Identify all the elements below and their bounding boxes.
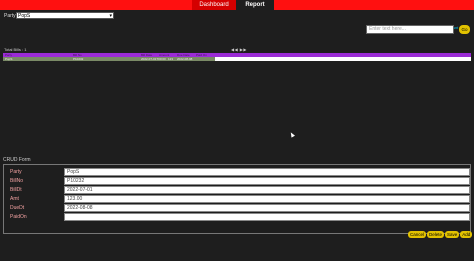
chevron-down-icon: ▾ [109,13,112,19]
cell-due-date: 2022-08-08 [177,57,193,61]
crud-actions: Cancel Delete Save Add [407,223,473,238]
paidon-field[interactable] [64,213,470,221]
total-rows-label: Total Bills : 1 [4,47,27,52]
tab-dashboard[interactable]: Dashboard [192,0,236,10]
field-row-duedt: DueDt 2022-08-08 [6,204,470,212]
party-label: Party [4,13,16,19]
party-select[interactable]: PopS ▾ [16,12,114,19]
field-row-paidon: PaidOn [6,213,470,221]
go-button[interactable]: Go [459,25,470,34]
add-button[interactable]: Add [460,231,473,238]
party-field[interactable]: PopS [64,168,470,176]
duedt-field[interactable]: 2022-08-08 [64,204,470,212]
crud-form: Party PopS BillNo P10232 BillDt 2022-07-… [3,164,471,234]
save-button[interactable]: Save [445,231,460,238]
amt-field[interactable]: 123.00 [64,195,470,203]
search-field-chips: Invoice NoInvoice DateAmount [398,16,461,31]
amt-field-label: Amt [10,196,19,202]
duedt-field-label: DueDt [10,205,25,211]
crud-form-title: CRUD Form [3,157,31,163]
mouse-cursor-icon [289,131,295,138]
billdt-field-label: BillDt [10,187,22,193]
field-row-billno: BillNo P10232 [6,177,470,185]
party-select-value: PopS [18,13,31,19]
party-field-label: Party [10,169,22,175]
billno-field[interactable]: P10232 [64,177,470,185]
search-input[interactable]: Enter text here... [366,25,454,34]
tab-report[interactable]: Report [236,0,274,10]
cell-party: PopS [5,57,13,61]
pager-controls[interactable]: ◀◀ ▶▶ [231,47,247,52]
field-row-billdt: BillDt 2022-07-01 [6,186,470,194]
field-row-amt: Amt 123.00 [6,195,470,203]
bills-grid: Party Bill No Bill Date Amount Due Date … [3,53,471,61]
cell-bill-date: 2022-07-01T00:00 [141,57,166,61]
cell-amount: 123 [168,57,174,61]
field-row-party: Party PopS [6,168,470,176]
billno-field-label: BillNo [10,178,24,184]
delete-button[interactable]: Delete [427,231,445,238]
table-row[interactable]: PopS P10232 2022-07-01T00:00 123 2022-08… [3,57,471,61]
billdt-field[interactable]: 2022-07-01 [64,186,470,194]
paidon-field-label: PaidOn [10,214,27,220]
cell-bill-no: P10232 [73,57,84,61]
cancel-button[interactable]: Cancel [408,231,427,238]
